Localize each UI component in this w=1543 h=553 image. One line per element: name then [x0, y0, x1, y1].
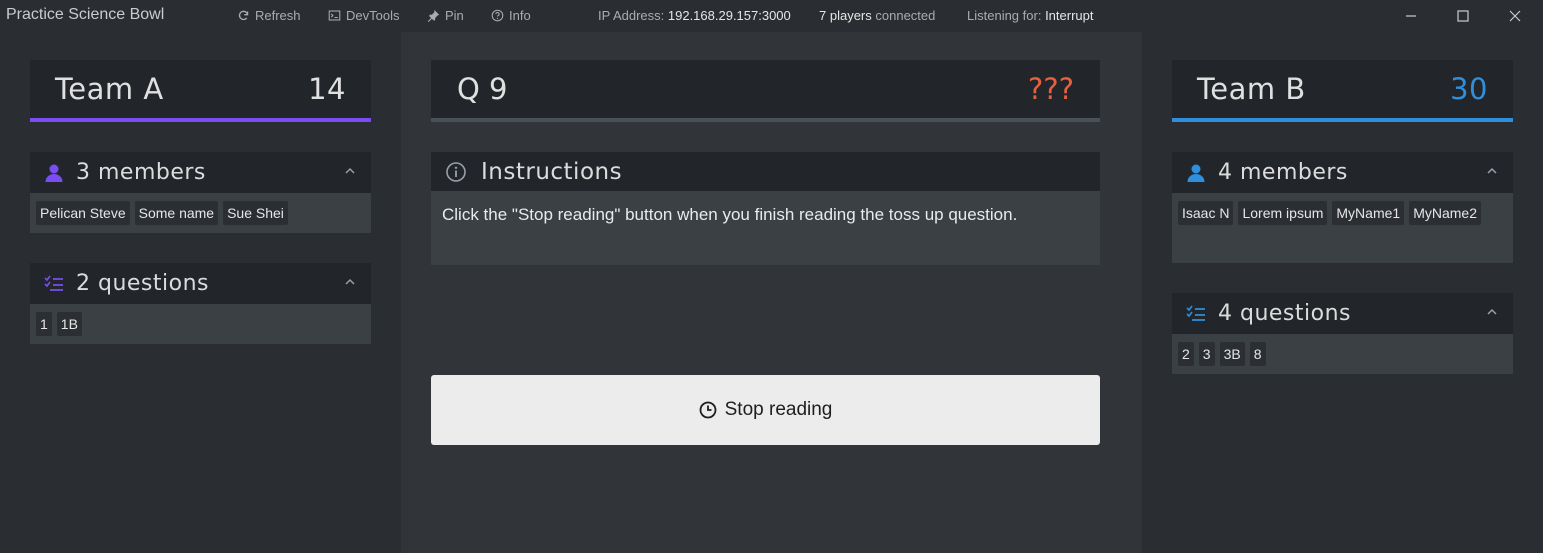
question-chip: 3B	[1219, 342, 1245, 366]
stop-reading-label: Stop reading	[724, 399, 833, 420]
chevron-up-icon[interactable]	[1485, 305, 1499, 319]
member-chip: Pelican Steve	[36, 201, 130, 225]
team-b-header: Team B 30	[1172, 60, 1513, 122]
question-chip: 2	[1178, 342, 1194, 366]
team-b-questions-title: 4 questions	[1218, 301, 1351, 326]
minimize-button[interactable]	[1388, 0, 1434, 32]
user-icon	[44, 162, 66, 184]
ip-value: 192.168.29.157:3000	[667, 8, 791, 23]
pin-icon	[427, 9, 440, 22]
players-count: 7 players	[819, 8, 872, 23]
refresh-label: Refresh	[255, 8, 301, 23]
clock-icon	[699, 401, 717, 419]
team-b-members-header[interactable]: 4 members	[1172, 152, 1513, 193]
team-a-header: Team A 14	[30, 60, 371, 122]
refresh-icon	[238, 10, 249, 21]
team-b-members-list: Isaac N Lorem ipsum MyName1 MyName2	[1172, 193, 1513, 263]
member-chip: Sue Shei	[223, 201, 288, 225]
devtools-label: DevTools	[346, 8, 400, 23]
team-a-name: Team A	[55, 72, 164, 106]
refresh-button[interactable]: Refresh	[237, 8, 301, 23]
question-header: Q 9 ???	[431, 60, 1100, 122]
team-b-members-title: 4 members	[1218, 160, 1348, 185]
member-chip: MyName2	[1409, 201, 1481, 225]
checklist-icon	[1186, 303, 1208, 325]
member-chip: MyName1	[1332, 201, 1405, 225]
member-chip: Some name	[134, 201, 219, 225]
instructions-header: Instructions	[431, 152, 1100, 191]
instructions-title: Instructions	[481, 158, 623, 185]
players-suffix: connected	[875, 8, 936, 23]
listening-label: Listening for:	[967, 8, 1042, 23]
question-chip: 8	[1249, 342, 1266, 366]
team-a-members-title: 3 members	[76, 160, 206, 185]
question-chip: 1	[36, 312, 52, 336]
team-a-score: 14	[308, 72, 346, 106]
info-button[interactable]: Info	[491, 8, 531, 23]
info-icon	[446, 161, 466, 182]
question-chip: 3	[1198, 342, 1215, 366]
maximize-icon	[1457, 10, 1469, 22]
team-b-questions-list: 2 3 3B 8	[1172, 334, 1513, 374]
chevron-up-icon[interactable]	[1485, 164, 1499, 178]
pin-label: Pin	[445, 8, 464, 23]
question-chip: 1B	[56, 312, 82, 336]
close-icon	[1509, 10, 1521, 22]
ip-label: IP Address:	[598, 8, 665, 23]
user-icon	[1186, 162, 1208, 184]
devtools-button[interactable]: DevTools	[328, 8, 399, 23]
ip-address: IP Address: 192.168.29.157:3000	[598, 8, 791, 23]
close-button[interactable]	[1492, 0, 1538, 32]
minimize-icon	[1406, 15, 1416, 17]
terminal-icon	[328, 10, 341, 21]
team-a-members-list: Pelican Steve Some name Sue Shei	[30, 193, 371, 233]
stop-reading-button[interactable]: Stop reading	[431, 375, 1100, 445]
team-b-questions-header[interactable]: 4 questions	[1172, 293, 1513, 334]
member-chip: Isaac N	[1178, 201, 1234, 225]
member-chip: Lorem ipsum	[1238, 201, 1328, 225]
maximize-button[interactable]	[1440, 0, 1486, 32]
team-a-questions-list: 1 1B	[30, 304, 371, 344]
team-a-members-header[interactable]: 3 members	[30, 152, 371, 193]
team-b-score: 30	[1450, 72, 1488, 106]
team-a-questions-title: 2 questions	[76, 271, 209, 296]
question-number: Q 9	[457, 72, 508, 106]
listening-status: Listening for: Interrupt	[967, 8, 1093, 23]
pin-button[interactable]: Pin	[427, 8, 464, 23]
question-value: ???	[1027, 72, 1074, 106]
info-label: Info	[509, 8, 531, 23]
listening-value: Interrupt	[1045, 8, 1094, 23]
team-b-name: Team B	[1197, 72, 1306, 106]
team-a-questions-header[interactable]: 2 questions	[30, 263, 371, 304]
checklist-icon	[44, 273, 66, 295]
players-connected: 7 players connected	[819, 8, 935, 23]
chevron-up-icon[interactable]	[343, 275, 357, 289]
instructions-text: Click the "Stop reading" button when you…	[431, 191, 1100, 265]
app-title: Practice Science Bowl	[6, 6, 165, 23]
chevron-up-icon[interactable]	[343, 164, 357, 178]
title-bar: Practice Science Bowl Refresh DevTools P…	[0, 0, 1543, 32]
help-circle-icon	[491, 9, 504, 22]
